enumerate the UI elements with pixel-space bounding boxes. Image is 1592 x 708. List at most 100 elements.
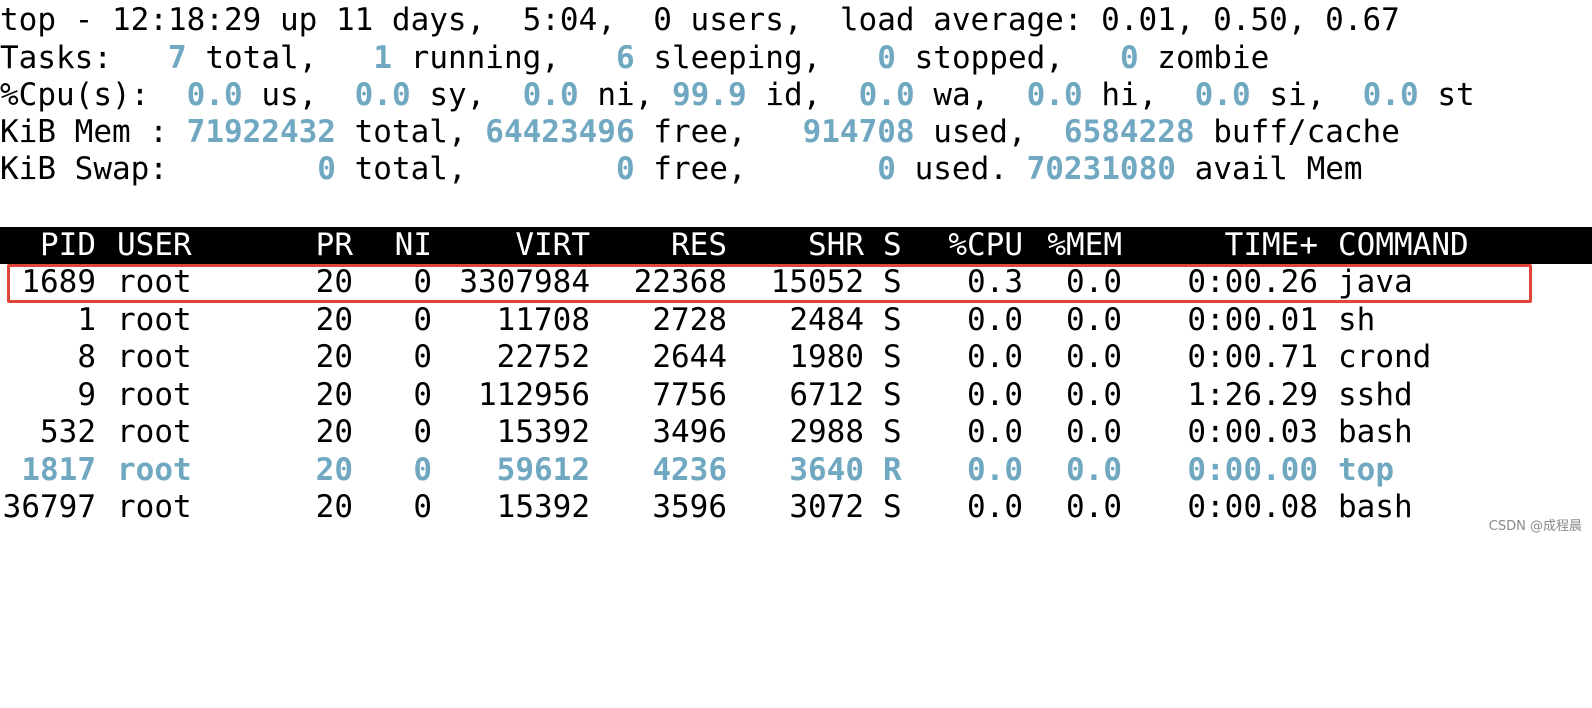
- cpu-us-label: us,: [261, 77, 318, 113]
- process-cell-virt: 112956: [478, 376, 590, 413]
- cpu-line: %Cpu(s): 0.0 us, 0.0 sy, 0.0 ni, 99.9 id…: [0, 77, 1475, 114]
- process-cell-cpu: 0.0: [967, 339, 1023, 375]
- column-header-res[interactable]: RES: [600, 227, 727, 264]
- mem-buff: 6584228: [1063, 114, 1195, 150]
- process-cell-ni: 0: [413, 339, 432, 375]
- process-cell-cpu: 0.0: [967, 414, 1023, 450]
- column-header-user[interactable]: USER: [117, 227, 297, 264]
- process-cell-ni: 0: [413, 376, 432, 413]
- process-cell-pid: 1: [77, 301, 96, 338]
- cpu-id: 99.9: [671, 77, 747, 113]
- process-row[interactable]: 1817 root 20 0 59612 4236 3640 R 0.0 0.0 0:00.00 to…: [0, 452, 1592, 489]
- process-cell-user: root: [117, 376, 192, 413]
- column-header-shr[interactable]: SHR: [740, 227, 864, 264]
- tasks-label: Tasks:: [0, 40, 112, 76]
- process-cell-shr: 2484: [789, 301, 864, 338]
- process-cell-pr: 20: [315, 451, 353, 488]
- cpu-ni: 0.0: [522, 77, 579, 113]
- process-cell-virt: 22752: [496, 339, 590, 375]
- mem-used: 914708: [802, 114, 915, 150]
- process-cell-virt: 15392: [496, 414, 590, 450]
- mem-total-label: total,: [354, 114, 467, 150]
- process-cell-shr: 1980: [789, 339, 864, 375]
- process-row[interactable]: 532 root 20 0 15392 3496 2988 S 0.0 0.0 0:00.03 bas…: [0, 414, 1592, 451]
- process-cell-s: S: [883, 339, 902, 375]
- process-cell-cpu: 0.0: [967, 376, 1023, 413]
- process-cell-time: 0:00.03: [1187, 414, 1318, 450]
- tasks-sleeping: 6: [615, 40, 635, 76]
- column-header-cpu[interactable]: %CPU: [930, 227, 1023, 264]
- process-row[interactable]: 1 root 20 0 11708 2728 2484 S 0.0 0.0 0:00.01 sh: [0, 302, 1592, 339]
- column-header-time[interactable]: TIME+: [1140, 227, 1318, 264]
- column-header-virt[interactable]: VIRT: [440, 227, 590, 264]
- process-table-header: PID USER PR NI VIRT RES SHR S %CPU %MEM …: [0, 227, 1592, 264]
- tasks-sleeping-label: sleeping,: [653, 40, 822, 76]
- cpu-hi: 0.0: [1026, 77, 1083, 113]
- process-row[interactable]: 8 root 20 0 22752 2644 1980 S 0.0 0.0 0:00.71 crond: [0, 339, 1592, 376]
- process-cell-pr: 20: [315, 339, 353, 375]
- process-cell-pr: 20: [315, 414, 353, 450]
- process-cell-virt: 59612: [496, 451, 590, 488]
- tasks-zombie: 0: [1119, 40, 1139, 76]
- process-cell-s: S: [883, 301, 902, 338]
- process-cell-res: 2644: [652, 339, 727, 375]
- process-cell-pid: 36797: [2, 489, 96, 525]
- process-cell-mem: 0.0: [1066, 414, 1122, 450]
- highlight-annotation-box: [7, 264, 1532, 303]
- column-header-state[interactable]: S: [883, 227, 913, 264]
- process-cell-s: S: [883, 376, 902, 413]
- tasks-running: 1: [373, 40, 392, 76]
- process-cell-command: bash: [1338, 414, 1413, 450]
- swap-used: 0: [877, 151, 896, 187]
- cpu-si: 0.0: [1194, 77, 1251, 113]
- process-cell-user: root: [117, 414, 192, 450]
- process-cell-res: 3596: [652, 489, 727, 525]
- tasks-stopped-label: stopped,: [914, 40, 1064, 76]
- process-cell-pr: 20: [315, 301, 353, 338]
- process-cell-res: 4236: [652, 451, 727, 488]
- column-header-pr[interactable]: PR: [296, 227, 353, 264]
- process-row[interactable]: 36797 root 20 0 15392 3596 3072 S 0.0 0.0 0:00.08 b…: [0, 489, 1592, 526]
- swap-total-label: total,: [354, 151, 467, 187]
- process-cell-command: sshd: [1338, 376, 1413, 413]
- swap-avail: 70231080: [1026, 151, 1176, 187]
- process-cell-pr: 20: [315, 489, 353, 525]
- tasks-total: 7: [167, 40, 187, 76]
- column-header-mem[interactable]: %MEM: [1030, 227, 1122, 264]
- cpu-si-label: si,: [1269, 77, 1326, 113]
- process-cell-pid: 532: [40, 414, 96, 450]
- process-cell-user: root: [117, 301, 192, 338]
- mem-buff-label: buff/cache: [1213, 114, 1400, 150]
- process-cell-ni: 0: [413, 451, 432, 488]
- process-cell-ni: 0: [413, 301, 432, 338]
- column-header-command[interactable]: COMMAND: [1338, 227, 1558, 264]
- process-cell-command: sh: [1338, 301, 1376, 338]
- mem-line: KiB Mem : 71922432 total, 64423496 free,…: [0, 114, 1400, 151]
- cpu-hi-label: hi,: [1101, 77, 1158, 113]
- process-cell-pid: 9: [77, 376, 96, 413]
- swap-line: KiB Swap: 0 total, 0 free, 0 used. 70231…: [0, 151, 1363, 188]
- swap-free-label: free,: [653, 151, 747, 187]
- cpu-st: 0.0: [1362, 77, 1419, 113]
- uptime-line: top - 12:18:29 up 11 days, 5:04, 0 users…: [0, 2, 1400, 38]
- column-header-ni[interactable]: NI: [370, 227, 432, 264]
- process-cell-mem: 0.0: [1066, 451, 1122, 488]
- tasks-stopped: 0: [877, 40, 896, 76]
- process-cell-mem: 0.0: [1066, 376, 1122, 413]
- process-cell-time: 0:00.08: [1187, 489, 1318, 525]
- process-cell-ni: 0: [413, 414, 432, 450]
- cpu-wa: 0.0: [858, 77, 915, 113]
- cpu-wa-label: wa,: [933, 77, 990, 113]
- process-cell-shr: 6712: [789, 376, 864, 413]
- process-cell-pr: 20: [315, 376, 353, 413]
- process-cell-cpu: 0.0: [967, 489, 1023, 525]
- process-cell-mem: 0.0: [1066, 489, 1122, 525]
- tasks-total-label: total,: [205, 40, 318, 76]
- swap-used-label: used.: [914, 151, 1008, 187]
- mem-used-label: used,: [933, 114, 1027, 150]
- tasks-line: Tasks: 7 total, 1 running, 6 sleeping, 0…: [0, 40, 1269, 77]
- mem-free: 64423496: [485, 114, 635, 150]
- process-row[interactable]: 9 root 20 0 112956 7756 6712 S 0.0 0.0 1:26.29 sshd: [0, 377, 1592, 414]
- column-header-pid[interactable]: PID: [0, 227, 96, 264]
- cpu-us: 0.0: [186, 77, 243, 113]
